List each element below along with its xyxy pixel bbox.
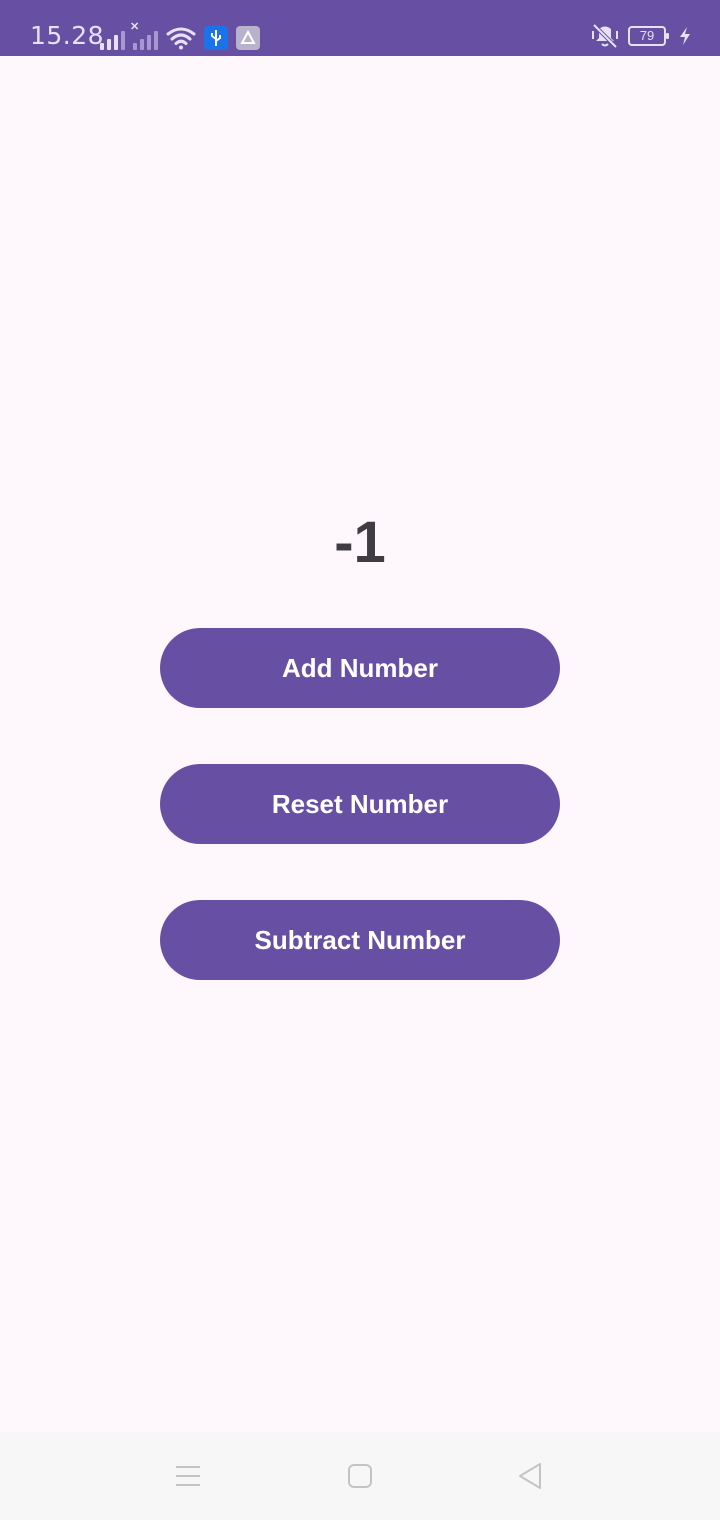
status-time: 15.28 bbox=[30, 21, 105, 50]
battery-icon: 79 bbox=[628, 26, 669, 46]
signal-icon bbox=[100, 28, 125, 50]
status-icons-right: 79 bbox=[590, 22, 692, 50]
counter-value: -1 bbox=[334, 510, 386, 575]
signal-no-service-icon: ✕ bbox=[130, 21, 158, 50]
reset-number-button[interactable]: Reset Number bbox=[160, 764, 560, 844]
menu-icon[interactable] bbox=[168, 1460, 208, 1492]
back-icon[interactable] bbox=[510, 1460, 550, 1492]
navigation-bar bbox=[0, 1432, 720, 1520]
home-icon[interactable] bbox=[340, 1460, 380, 1492]
subtract-number-button[interactable]: Subtract Number bbox=[160, 900, 560, 980]
charging-icon bbox=[678, 26, 692, 46]
status-bar: 15.28 ✕ 79 bbox=[0, 0, 720, 56]
notification-app-icon bbox=[236, 26, 260, 50]
vibrate-off-icon bbox=[590, 23, 620, 49]
add-number-button[interactable]: Add Number bbox=[160, 628, 560, 708]
status-icons-left: ✕ bbox=[100, 21, 260, 50]
usb-debug-icon bbox=[204, 26, 228, 50]
wifi-icon bbox=[166, 26, 196, 50]
